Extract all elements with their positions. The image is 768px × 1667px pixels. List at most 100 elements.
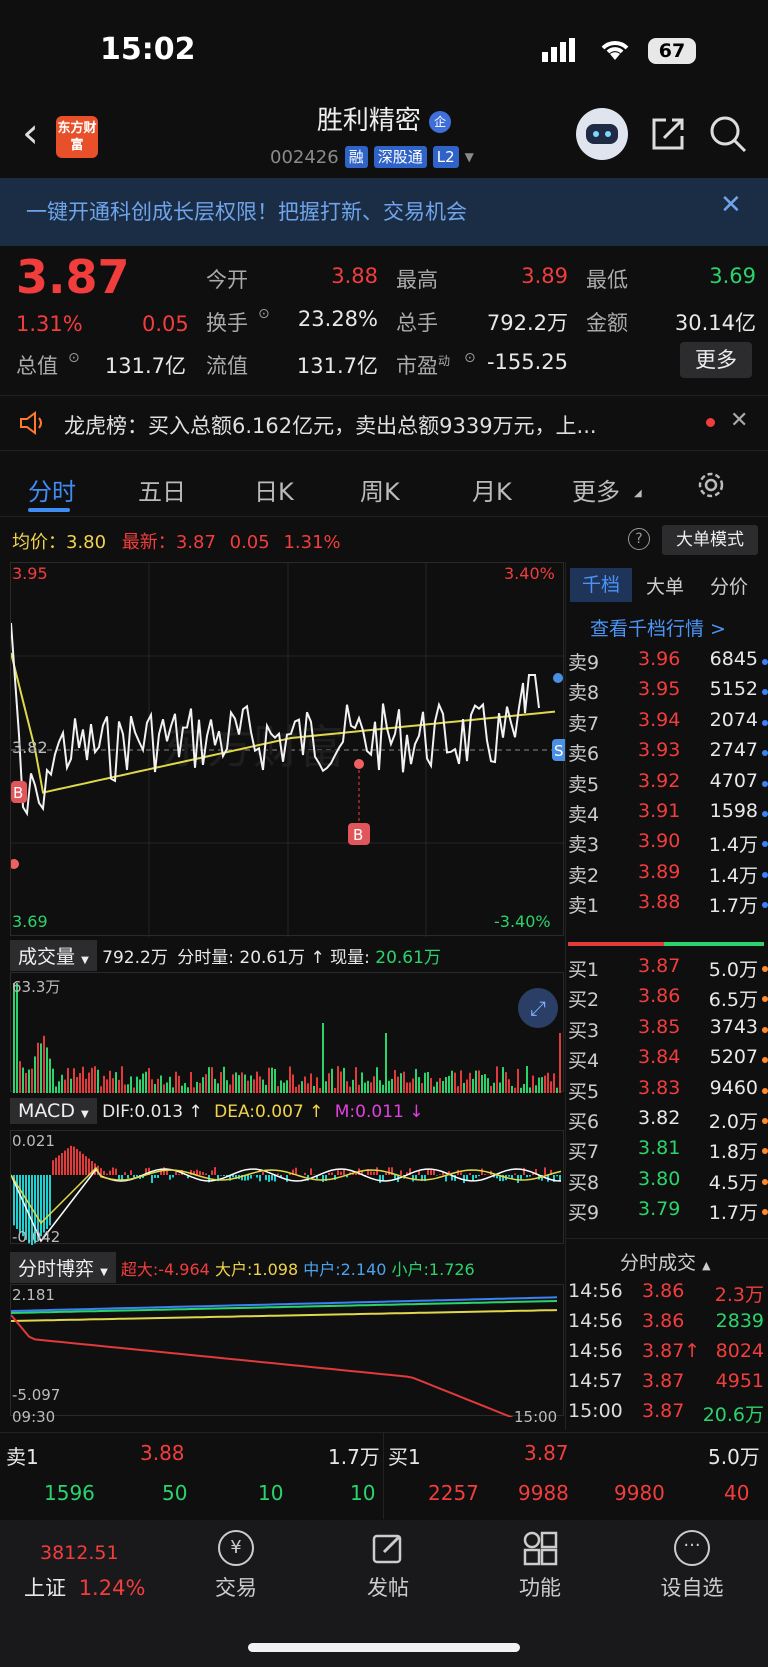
queue-ask-order: 10 [258, 1481, 284, 1505]
ask-volume: 1.4万 [708, 864, 758, 887]
promo-banner-text[interactable]: 一键开通科创成长层权限！把握打新、交易机会 [26, 196, 467, 226]
ask-row[interactable]: 卖6 3.93 2747 [568, 739, 768, 769]
battery-indicator: 67 [648, 38, 696, 64]
tick-price: 3.87↑ [642, 1340, 701, 1362]
view-thousand-levels-link[interactable]: 查看千档行情 > [590, 614, 726, 641]
bid-level-label: 买5 [568, 1080, 600, 1103]
game-top-label: 2.181 [12, 1286, 55, 1304]
help-icon[interactable]: ? [628, 528, 650, 550]
current-price: 3.87 [16, 250, 130, 304]
nav-add-watchlist[interactable]: ··· 设自选 [652, 1530, 732, 1602]
ask-row[interactable]: 卖1 3.88 1.7万 [568, 891, 768, 921]
chart-header: 均价：3.80 最新：3.87 0.05 1.31% [12, 532, 341, 553]
ask-volume: 1.4万 [708, 834, 758, 857]
assistant-avatar[interactable] [576, 108, 628, 160]
bid-row[interactable]: 买9 3.79 1.7万 [568, 1198, 768, 1228]
volume-panel-header: 成交量 ▼ 792.2万 分时量: 20.61万 ↑ 现量: 20.61万 [10, 940, 564, 971]
bid-row[interactable]: 买8 3.80 4.5万 [568, 1168, 768, 1198]
bid-price: 3.85 [638, 1015, 681, 1038]
bid-price: 3.86 [638, 985, 681, 1008]
bid-row[interactable]: 买1 3.87 5.0万 [568, 955, 768, 985]
macd-chart[interactable] [10, 1130, 564, 1247]
nav-trade[interactable]: ¥ 交易 [196, 1530, 276, 1602]
queue-ask-price: 3.88 [140, 1441, 185, 1465]
game-indicator-select[interactable]: 分时博弈 ▼ [10, 1252, 116, 1283]
mcap-label: 总值 [16, 354, 58, 378]
bid-price: 3.81 [638, 1137, 681, 1160]
signal-icon [542, 38, 584, 62]
volume-chart[interactable] [10, 972, 564, 1093]
ask-row[interactable]: 卖7 3.94 2074 [568, 709, 768, 739]
clock: 15:02 [100, 32, 196, 67]
index-row[interactable]: 上证 1.24% [24, 1572, 145, 1602]
tab-more[interactable]: 更多 [572, 472, 620, 507]
bid-row[interactable]: 买4 3.84 5207 [568, 1046, 768, 1076]
tab-price-distribution[interactable]: 分价 [710, 572, 748, 599]
ask-price: 3.94 [638, 708, 681, 731]
tab-weekly-k[interactable]: 周K [360, 472, 400, 507]
nav-functions[interactable]: 功能 [500, 1530, 580, 1602]
ask-row[interactable]: 卖3 3.90 1.4万 [568, 830, 768, 860]
bid-row[interactable]: 买6 3.82 2.0万 [568, 1107, 768, 1137]
tab-intraday[interactable]: 分时 [28, 472, 76, 507]
share-icon[interactable] [650, 116, 686, 156]
ask-row[interactable]: 卖8 3.95 5152 [568, 678, 768, 708]
ask-row[interactable]: 卖9 3.96 6845 [568, 648, 768, 678]
stock-code-row[interactable]: 002426 融 深股通 L2 ▼ [270, 146, 474, 168]
game-panel-header: 分时博弈 ▼ 超大:-4.964 大户:1.098 中户:2.140 小户:1.… [10, 1252, 564, 1283]
ask-list: 卖9 3.96 6845 卖8 3.95 5152 卖7 3.94 2074 卖6 3.93 2747… [568, 648, 768, 922]
ask-dot-icon [762, 659, 768, 665]
bid-row[interactable]: 买2 3.86 6.5万 [568, 985, 768, 1015]
ask-dot-icon [762, 719, 768, 726]
queue-bid-order: 9988 [518, 1481, 569, 1505]
queue-bid-order: 40 [724, 1481, 750, 1505]
bid-row[interactable]: 买3 3.85 3743 [568, 1016, 768, 1046]
game-chart[interactable] [10, 1284, 564, 1437]
queue-ask-order: 10 [350, 1481, 376, 1505]
tab-monthly-k[interactable]: 月K [472, 472, 512, 507]
ask-level-label: 卖8 [568, 682, 600, 705]
nav-post[interactable]: 发帖 [348, 1530, 428, 1602]
volume-indicator-select[interactable]: 成交量 ▼ [10, 940, 97, 971]
tab-large-orders[interactable]: 大单 [646, 572, 684, 599]
tab-five-day[interactable]: 五日 [138, 472, 186, 507]
expand-icon[interactable]: ⤢ [518, 988, 558, 1028]
y-min-label: 3.69 [12, 912, 48, 931]
intraday-chart[interactable]: 东方财富 B B S [9, 562, 570, 937]
change-amount: 0.05 [142, 312, 189, 336]
close-icon[interactable]: ✕ [720, 190, 742, 220]
macd-indicator-select[interactable]: MACD ▼ [10, 1098, 97, 1124]
close-icon[interactable]: ✕ [730, 408, 748, 433]
tab-thousand-levels[interactable]: 千档 [570, 568, 632, 602]
tab-daily-k[interactable]: 日K [254, 472, 294, 507]
more-button[interactable]: 更多 [680, 342, 752, 378]
ask-price: 3.88 [638, 891, 681, 914]
info-icon[interactable]: ⊙ [68, 350, 80, 366]
queue-ask-order: 1596 [44, 1481, 95, 1505]
ask-volume: 1598 [709, 799, 758, 822]
bid-row[interactable]: 买5 3.83 9460 [568, 1077, 768, 1107]
queue-bid-order: 9980 [614, 1481, 665, 1505]
ask-row[interactable]: 卖2 3.89 1.4万 [568, 861, 768, 891]
tag-connect: 深股通 [373, 146, 427, 168]
x-end-label: 15:00 [514, 1408, 558, 1426]
bid-dot-icon [762, 1209, 768, 1216]
tick-time: 15:00 [568, 1400, 623, 1422]
info-icon[interactable]: ⊙ [258, 306, 270, 322]
ticks-title[interactable]: 分时成交 ▲ [620, 1248, 711, 1275]
gear-icon[interactable] [696, 470, 726, 504]
chart-ob-separator [565, 562, 566, 1430]
ask-row[interactable]: 卖5 3.92 4707 [568, 770, 768, 800]
large-order-mode-button[interactable]: 大单模式 [662, 525, 758, 555]
bid-level-label: 买4 [568, 1050, 600, 1073]
search-icon[interactable] [708, 114, 748, 158]
bid-list: 买1 3.87 5.0万 买2 3.86 6.5万 买3 3.85 3743 买4 3.84 5207… [568, 955, 768, 1229]
news-text[interactable]: 龙虎榜：买入总额6.162亿元，卖出总额9339万元，上... [64, 410, 597, 440]
macd-panel-header: MACD ▼ DIF:0.013 ↑ DEA:0.007 ↑ M:0.011 ↓ [10, 1098, 564, 1128]
bid-volume: 5207 [709, 1046, 758, 1069]
y-max-label: 3.95 [12, 564, 48, 583]
speaker-icon [18, 410, 48, 440]
index-value[interactable]: 3812.51 [40, 1542, 119, 1564]
ask-row[interactable]: 卖4 3.91 1598 [568, 800, 768, 830]
bid-row[interactable]: 买7 3.81 1.8万 [568, 1137, 768, 1167]
